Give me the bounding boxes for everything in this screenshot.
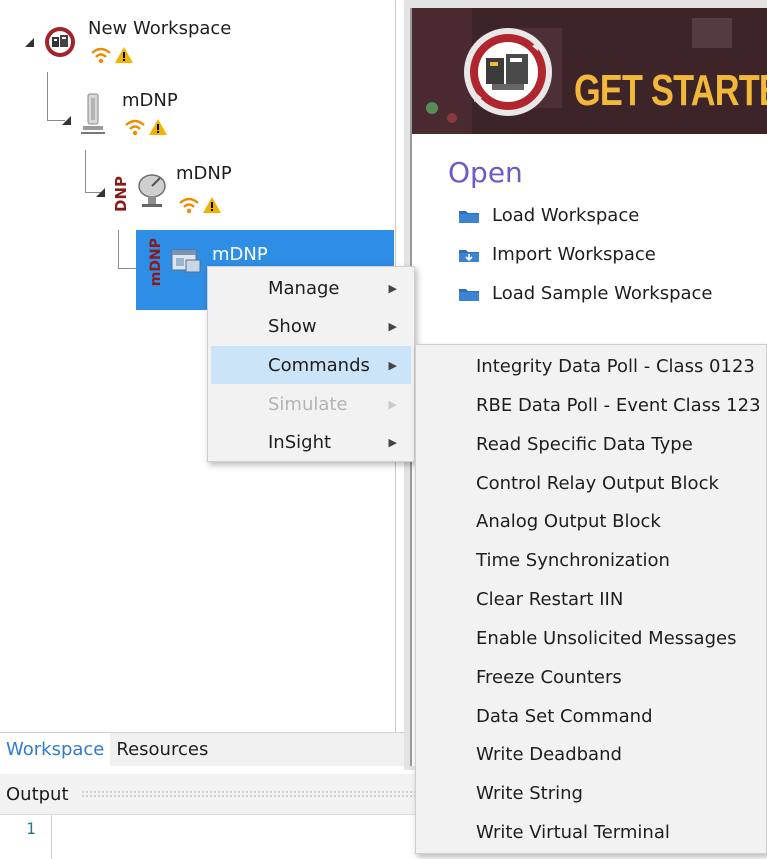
get-started-logo-icon (462, 26, 554, 118)
submenu-arrow-icon: ▶ (388, 358, 397, 372)
dnp-tag: DNP (112, 176, 130, 212)
status-badges (90, 46, 134, 64)
banner-title: GET STARTED (574, 66, 767, 115)
open-heading: Open (448, 156, 523, 189)
tree-connector (118, 230, 119, 268)
menu-item-label: Show (268, 315, 317, 337)
menu-item-insight[interactable]: InSight ▶ (211, 423, 411, 461)
command-control-relay-output-block[interactable]: Control Relay Output Block (476, 473, 719, 494)
menu-item-manage[interactable]: Manage ▶ (211, 269, 411, 307)
command-freeze-counters[interactable]: Freeze Counters (476, 667, 622, 688)
menu-item-label: Manage (268, 277, 340, 299)
submenu-arrow-icon: ▶ (388, 397, 397, 411)
tree-node-label[interactable]: mDNP (122, 90, 178, 111)
commands-submenu: Integrity Data Poll - Class 0123 RBE Dat… (415, 344, 767, 854)
submenu-arrow-icon: ▶ (388, 319, 397, 333)
command-write-string[interactable]: Write String (476, 783, 583, 804)
collapse-arrow-icon[interactable] (62, 116, 71, 125)
panel-tabs: Workspace Resources (0, 732, 404, 767)
context-menu: Manage ▶ Show ▶ Commands ▶ Simulate ▶ In… (207, 266, 415, 462)
command-data-set-command[interactable]: Data Set Command (476, 706, 653, 727)
menu-item-label: Simulate (268, 393, 348, 415)
folder-icon (459, 288, 479, 301)
load-workspace-link[interactable]: Load Workspace (458, 205, 639, 226)
menu-item-commands[interactable]: Commands ▶ (211, 346, 411, 384)
tree-connector (118, 268, 136, 269)
import-workspace-link[interactable]: Import Workspace (458, 244, 656, 265)
submenu-arrow-icon: ▶ (388, 435, 397, 449)
command-write-deadband[interactable]: Write Deadband (476, 744, 622, 765)
status-badges (178, 196, 222, 214)
wifi-signal-icon (91, 47, 111, 64)
collapse-arrow-icon[interactable] (96, 188, 105, 197)
output-title: Output (6, 783, 69, 805)
warning-icon (149, 119, 167, 135)
menu-item-simulate: Simulate ▶ (211, 385, 411, 423)
tree-node-label[interactable]: mDNP (176, 163, 232, 184)
tab-workspace[interactable]: Workspace (0, 732, 111, 767)
menu-item-show[interactable]: Show ▶ (211, 307, 411, 345)
satellite-dish-icon (136, 172, 168, 208)
warning-icon (115, 47, 133, 63)
link-label[interactable]: Load Workspace (492, 205, 639, 226)
command-integrity-data-poll[interactable]: Integrity Data Poll - Class 0123 (476, 356, 755, 377)
wifi-signal-icon (125, 119, 145, 136)
channel-icon (80, 92, 106, 136)
status-badges (124, 118, 168, 136)
line-number: 1 (26, 819, 36, 838)
output-panel-body[interactable]: 1 (0, 814, 420, 859)
wifi-signal-icon (179, 197, 199, 214)
command-rbe-data-poll[interactable]: RBE Data Poll - Event Class 123 (476, 395, 761, 416)
tab-resources[interactable]: Resources (110, 733, 214, 767)
menu-item-label: Commands (268, 354, 370, 376)
tree-node-label[interactable]: New Workspace (88, 18, 231, 39)
command-enable-unsolicited-messages[interactable]: Enable Unsolicited Messages (476, 628, 736, 649)
mdnp-tag: mDNP (148, 238, 164, 287)
load-sample-workspace-link[interactable]: Load Sample Workspace (458, 283, 713, 304)
tree-node-label[interactable]: mDNP (212, 244, 268, 265)
command-read-specific-data-type[interactable]: Read Specific Data Type (476, 434, 693, 455)
device-icon (170, 246, 204, 276)
tree-connector (85, 150, 86, 192)
link-label[interactable]: Import Workspace (492, 244, 656, 265)
command-analog-output-block[interactable]: Analog Output Block (476, 511, 661, 532)
menu-item-label: InSight (268, 431, 332, 453)
output-panel-header: Output (0, 774, 420, 814)
line-number-gutter: 1 (0, 815, 52, 859)
get-started-banner: GET STARTED (412, 8, 767, 134)
collapse-arrow-icon[interactable] (25, 38, 34, 47)
warning-icon (203, 197, 221, 213)
submenu-arrow-icon: ▶ (388, 281, 397, 295)
panel-grip[interactable] (80, 790, 420, 798)
link-label[interactable]: Load Sample Workspace (492, 283, 713, 304)
import-icon (459, 249, 479, 262)
tree-connector (47, 72, 48, 120)
workspace-icon (44, 26, 76, 58)
command-clear-restart-iin[interactable]: Clear Restart IIN (476, 589, 623, 610)
command-write-virtual-terminal[interactable]: Write Virtual Terminal (476, 822, 670, 843)
command-time-synchronization[interactable]: Time Synchronization (476, 550, 670, 571)
folder-icon (459, 210, 479, 223)
